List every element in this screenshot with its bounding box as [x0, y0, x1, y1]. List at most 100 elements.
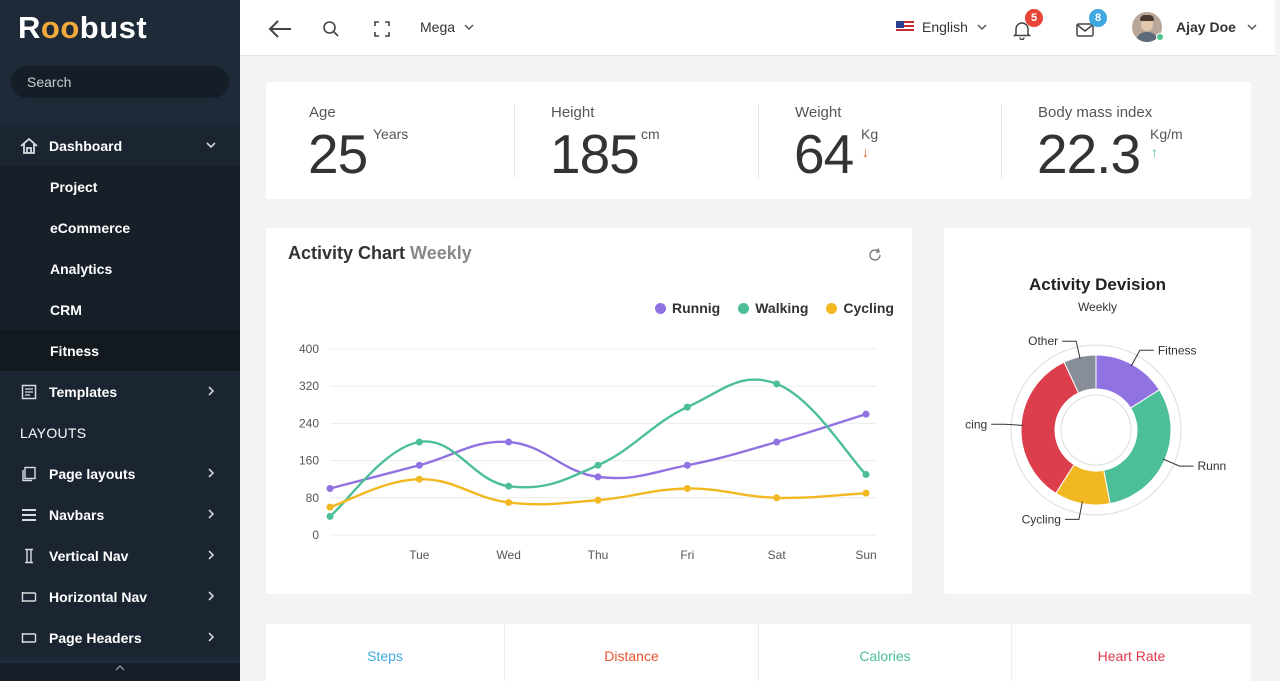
data-point-walking[interactable]: [326, 512, 334, 520]
search-placeholder: Search: [27, 74, 72, 90]
horizontal-nav-icon: [20, 588, 38, 606]
sidebar-item-crm[interactable]: CRM: [0, 289, 240, 330]
search-icon[interactable]: [320, 18, 342, 40]
slice-label: Cycling: [1022, 512, 1061, 526]
chevron-up-icon: [115, 665, 125, 671]
sidebar-item-page-headers[interactable]: Page Headers: [0, 617, 240, 658]
y-tick-label: 240: [299, 416, 319, 430]
sidebar-scroll-up[interactable]: [0, 663, 240, 681]
data-point-runnig[interactable]: [683, 461, 691, 469]
page-headers-icon: [20, 629, 38, 647]
sidebar-item-label: CRM: [50, 301, 82, 318]
trend-up-icon: ↑: [1151, 144, 1158, 160]
sidebar-item-label: Horizontal Nav: [49, 588, 148, 605]
data-point-runnig[interactable]: [594, 473, 602, 481]
data-point-cycling[interactable]: [594, 496, 602, 504]
data-point-walking[interactable]: [862, 471, 870, 479]
top-bar: Mega English 5 8 Ajay Doe: [240, 0, 1275, 56]
stat-value: 22.3: [1037, 123, 1141, 185]
data-point-runnig[interactable]: [773, 438, 781, 446]
x-tick-label: Wed: [496, 548, 520, 562]
y-tick-label: 0: [312, 528, 319, 542]
sidebar-item-label: Analytics: [50, 260, 113, 277]
x-tick-label: Tue: [409, 548, 430, 562]
series-line-walking: [329, 378, 867, 518]
data-point-cycling[interactable]: [862, 489, 870, 497]
navbars-icon: [20, 506, 38, 524]
slice-label: cing: [965, 417, 987, 431]
data-point-cycling[interactable]: [773, 494, 781, 502]
mega-menu-label: Mega: [420, 19, 456, 35]
data-point-walking[interactable]: [505, 482, 513, 490]
fullscreen-icon[interactable]: [371, 18, 393, 40]
tile-heart-rate[interactable]: Heart Rate: [1012, 624, 1251, 681]
tile-distance[interactable]: Distance: [505, 624, 758, 681]
sidebar-item-label: Project: [50, 178, 98, 195]
stat-value: 25: [308, 123, 368, 185]
sidebar-item-dashboard[interactable]: Dashboard: [0, 125, 240, 166]
sidebar-nav: Dashboard Project eCommerce Analytics CR…: [0, 125, 240, 658]
sidebar-item-horizontal-nav[interactable]: Horizontal Nav: [0, 576, 240, 617]
sidebar-item-label: Dashboard: [49, 137, 123, 154]
sidebar-search-input[interactable]: Search: [11, 66, 229, 98]
sidebar-item-page-layouts[interactable]: Page layouts: [0, 453, 240, 494]
tile-calories[interactable]: Calories: [759, 624, 1011, 681]
tile-steps[interactable]: Steps: [266, 624, 504, 681]
mega-menu-toggle[interactable]: Mega: [420, 19, 475, 35]
data-point-runnig[interactable]: [415, 461, 423, 469]
stat-unit: Kg: [861, 126, 879, 142]
notifications-count: 5: [1030, 12, 1038, 24]
sidebar-item-fitness[interactable]: Fitness: [0, 330, 240, 371]
data-point-cycling[interactable]: [415, 475, 423, 483]
x-tick-label: Sat: [768, 548, 787, 562]
chevron-down-icon: [206, 142, 216, 149]
slice-leader-line: [1130, 349, 1154, 367]
sidebar-item-templates[interactable]: Templates: [0, 371, 240, 412]
vertical-nav-icon: [20, 547, 38, 565]
sidebar-item-label: Templates: [49, 383, 118, 400]
home-icon: [20, 137, 38, 155]
data-point-cycling[interactable]: [683, 485, 691, 492]
sidebar-item-label: Page Headers: [49, 629, 142, 646]
stat-label: Weight: [795, 104, 842, 121]
messages-badge: 8: [1089, 9, 1107, 27]
sidebar-item-label: eCommerce: [50, 219, 131, 236]
data-point-cycling[interactable]: [326, 503, 334, 511]
slice-label: Runn: [1198, 459, 1227, 473]
stat-value: 185: [550, 123, 640, 185]
slice-leader-line: [991, 423, 1024, 426]
tile-label: Distance: [604, 648, 659, 664]
chevron-right-icon: [208, 632, 215, 642]
chevron-right-icon: [208, 591, 215, 601]
back-arrow-icon[interactable]: [267, 18, 293, 40]
stat-label: Age: [309, 104, 336, 121]
data-point-cycling[interactable]: [505, 498, 513, 506]
data-point-runnig[interactable]: [862, 410, 870, 418]
user-name: Ajay Doe: [1176, 19, 1236, 35]
data-point-runnig[interactable]: [326, 485, 334, 492]
language-selector[interactable]: English: [896, 19, 988, 35]
stat-weight: Weight 64 Kg ↓: [758, 82, 1001, 198]
activity-division-donut-chart: Fitness Runn Cycling cing Other: [965, 334, 1227, 526]
y-tick-label: 320: [299, 379, 319, 393]
donut-inner-ring: [1060, 394, 1132, 466]
sidebar-item-ecommerce[interactable]: eCommerce: [0, 207, 240, 248]
data-point-walking[interactable]: [773, 380, 781, 388]
sidebar-item-analytics[interactable]: Analytics: [0, 248, 240, 289]
data-point-walking[interactable]: [415, 438, 423, 446]
notifications-badge: 5: [1025, 9, 1043, 27]
slice-label: Other: [1028, 334, 1058, 348]
sidebar-item-vertical-nav[interactable]: Vertical Nav: [0, 535, 240, 576]
app-logo[interactable]: Roo bust: [0, 0, 240, 56]
y-tick-label: 400: [299, 342, 319, 356]
donut-slice-runn[interactable]: [1103, 389, 1172, 505]
sidebar-item-navbars[interactable]: Navbars: [0, 494, 240, 535]
chevron-down-icon: [1247, 24, 1257, 31]
slice-leader-line: [1162, 458, 1194, 467]
user-menu[interactable]: Ajay Doe: [1132, 12, 1258, 42]
sidebar-item-project[interactable]: Project: [0, 166, 240, 207]
data-point-runnig[interactable]: [505, 438, 513, 446]
tile-label: Steps: [367, 648, 403, 664]
data-point-walking[interactable]: [594, 461, 602, 469]
data-point-walking[interactable]: [683, 403, 691, 411]
